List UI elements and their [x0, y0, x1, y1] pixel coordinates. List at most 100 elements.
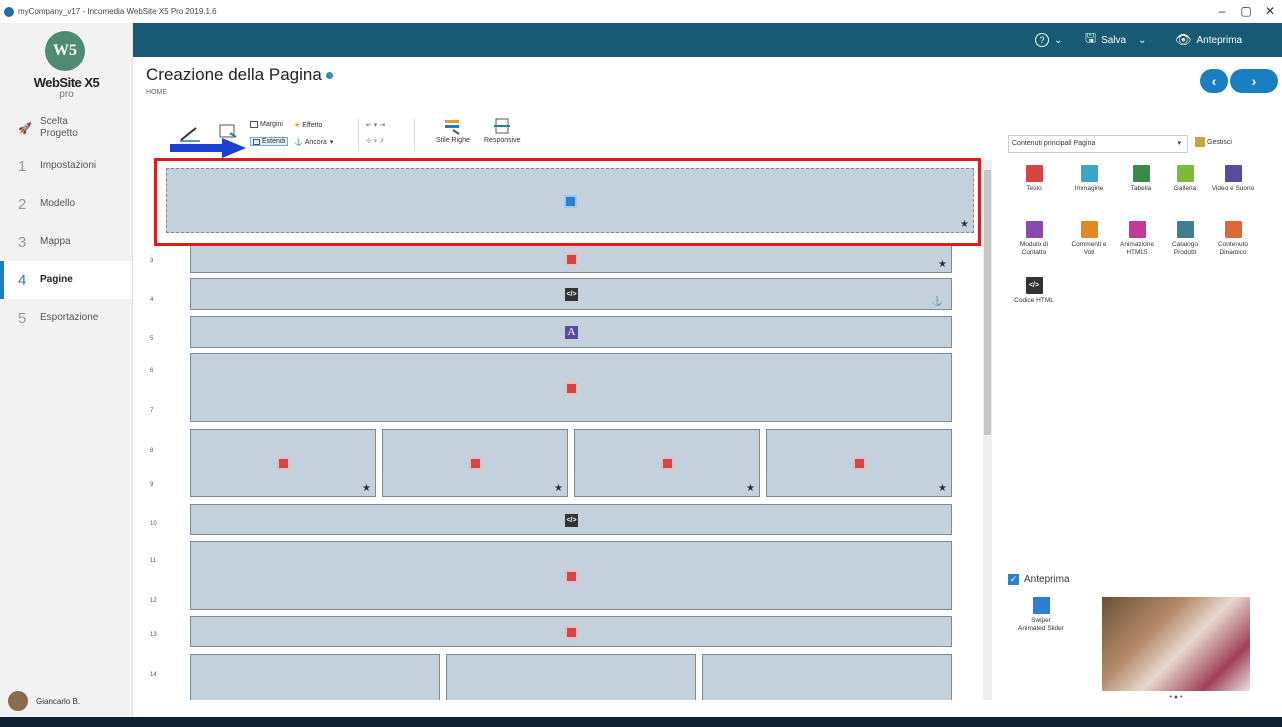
object-preview-image: • ● • — [1102, 597, 1250, 701]
row-number: 14 — [150, 672, 157, 678]
chevron-down-icon: ▾ — [1177, 140, 1181, 147]
object-video[interactable]: Video e Suono — [1209, 165, 1257, 193]
object-table[interactable]: Tabella — [1118, 165, 1164, 193]
table-icon — [1132, 165, 1150, 182]
selected-row-highlight — [154, 158, 981, 246]
object-comments[interactable]: Commenti e Voti — [1066, 221, 1112, 257]
row-number: 6 — [150, 368, 154, 374]
logo-edition: pro — [59, 89, 74, 100]
responsive-label: Responsive — [484, 137, 521, 144]
object-label: Codice HTML — [1014, 297, 1054, 304]
ancora-button[interactable]: ⚓ Ancora ▾ — [294, 138, 334, 147]
sidebar-item-label: Mappa — [40, 236, 71, 247]
minimize-button[interactable]: – — [1210, 0, 1234, 23]
sidebar-item-esportazione[interactable]: 5 Esportazione — [0, 299, 132, 337]
effetto-label: Effetto — [302, 121, 323, 129]
grid-cell[interactable] — [190, 616, 952, 647]
estendi-button[interactable]: Estendi — [250, 137, 289, 146]
row-number: 11 — [150, 558, 157, 564]
close-button[interactable]: ✕ — [1258, 0, 1282, 23]
preview-checkbox[interactable]: ✓ Anteprima — [1008, 574, 1070, 585]
object-dynamic-content[interactable]: Contenuto Dinamico — [1209, 221, 1257, 257]
html-code-icon: </> — [565, 288, 578, 301]
object-swiper-slider[interactable]: Swiper Animated Slider — [1018, 597, 1064, 633]
grid-cell[interactable]: A — [190, 316, 952, 348]
logo: W5 WebSite X5 pro — [0, 23, 133, 103]
user-name: Giancarlo B. — [36, 696, 81, 706]
user-account[interactable]: Giancarlo B. — [0, 685, 133, 717]
app-icon — [4, 6, 14, 17]
star-icon: ★ — [938, 483, 947, 494]
object-text[interactable]: Testo — [1011, 165, 1057, 193]
grid-cell[interactable] — [702, 654, 952, 700]
estendi-label: Estendi — [262, 138, 286, 145]
back-button[interactable]: ‹ — [1200, 69, 1228, 93]
margini-label: Margini — [260, 121, 283, 128]
sidebar-item-label: Scelta Progetto — [40, 116, 78, 139]
checkbox-checked-icon: ✓ — [1008, 574, 1019, 585]
stile-righe-label: Stile Righe — [436, 137, 470, 144]
grid-cell[interactable]: </> — [190, 504, 952, 535]
maximize-button[interactable]: ▢ — [1234, 0, 1258, 23]
row-number: 4 — [150, 297, 154, 303]
page-title: Creazione della Pagina — [146, 65, 333, 85]
next-button[interactable]: › — [1230, 69, 1278, 93]
sidebar-item-pagine[interactable]: 4 Pagine — [0, 261, 132, 299]
canvas-scrollbar[interactable] — [983, 160, 992, 700]
stile-righe-button[interactable]: Stile Righe — [436, 117, 470, 144]
sidebar-item-mappa[interactable]: 3 Mappa — [0, 223, 132, 261]
object-animation[interactable]: Animazione HTML5 — [1114, 221, 1160, 257]
margini-button[interactable]: Margini — [250, 121, 283, 128]
save-button[interactable]: 🖫 Salva ⌄ — [1085, 23, 1146, 57]
info-icon[interactable] — [325, 72, 333, 80]
grid-cell[interactable]: </> ⚓ — [190, 278, 952, 310]
object-category-select[interactable]: Contenuti principali Pagina ▾ — [1008, 135, 1188, 153]
object-html-code[interactable]: </> Codice HTML — [1011, 277, 1057, 305]
manage-button[interactable]: Gestisci — [1195, 137, 1232, 147]
sidebar-item-modello[interactable]: 2 Modello — [0, 185, 132, 223]
row-number: 13 — [150, 632, 157, 638]
grid-cell[interactable]: ★ — [574, 429, 760, 497]
grid-cell[interactable] — [446, 654, 696, 700]
star-icon: ★ — [746, 483, 755, 494]
scrollbar-thumb[interactable] — [984, 170, 991, 435]
object-image[interactable]: Immagine — [1066, 165, 1112, 193]
breadcrumb[interactable]: HOME — [146, 89, 167, 96]
row-style-icon — [444, 120, 460, 135]
grid-cell[interactable] — [190, 654, 440, 700]
delete-row-icon: ✣ ▾ ✗ — [366, 138, 386, 145]
object-label: Tabella — [1130, 185, 1152, 192]
page-title-text: Creazione della Pagina — [146, 65, 322, 84]
grid-cell[interactable]: ★ — [766, 429, 952, 497]
object-catalog[interactable]: Catalogo Prodotti — [1162, 221, 1208, 257]
ancora-label: Ancora — [304, 138, 327, 146]
object-contact-form[interactable]: Modulo di Contatto — [1011, 221, 1057, 257]
grid-cell[interactable]: ★ — [190, 245, 952, 273]
sidebar-item-impostazioni[interactable]: 1 Impostazioni — [0, 147, 132, 185]
grid-cell[interactable] — [190, 353, 952, 422]
insert-row-button[interactable]: ⇤ ▾ ⇥ — [366, 121, 385, 129]
delete-row-button[interactable]: ✣ ▾ ✗ — [366, 137, 385, 145]
catalog-icon — [1176, 221, 1194, 238]
preview-button[interactable]: 👁 Anteprima — [1175, 23, 1242, 57]
help-button[interactable]: ? ⌄ — [1035, 23, 1062, 57]
grid-cell[interactable]: ★ — [190, 429, 376, 497]
dynamic-content-icon — [1224, 221, 1242, 238]
grid-cell[interactable] — [190, 541, 952, 610]
chevron-down-icon: ▾ — [329, 139, 334, 146]
text-icon — [565, 253, 578, 266]
row-number: 5 — [150, 336, 154, 342]
responsive-button[interactable]: Responsive — [484, 117, 521, 144]
row-number: 8 — [150, 448, 154, 454]
video-icon — [1224, 165, 1242, 182]
text-icon — [565, 569, 578, 583]
effetto-button[interactable]: ★ Effetto — [294, 121, 323, 130]
sidebar-item-scelta-progetto[interactable]: 🚀 Scelta Progetto — [0, 109, 132, 147]
chevron-down-icon: ⌄ — [1138, 34, 1147, 46]
sidebar-item-label: Impostazioni — [40, 160, 97, 171]
object-gallery[interactable]: Galleria — [1162, 165, 1208, 193]
grid-cell[interactable]: ★ — [382, 429, 568, 497]
object-category-value: Contenuti principali Pagina — [1012, 140, 1096, 147]
manage-label: Gestisci — [1207, 138, 1232, 146]
sidebar-item-label: Pagine — [40, 274, 73, 285]
